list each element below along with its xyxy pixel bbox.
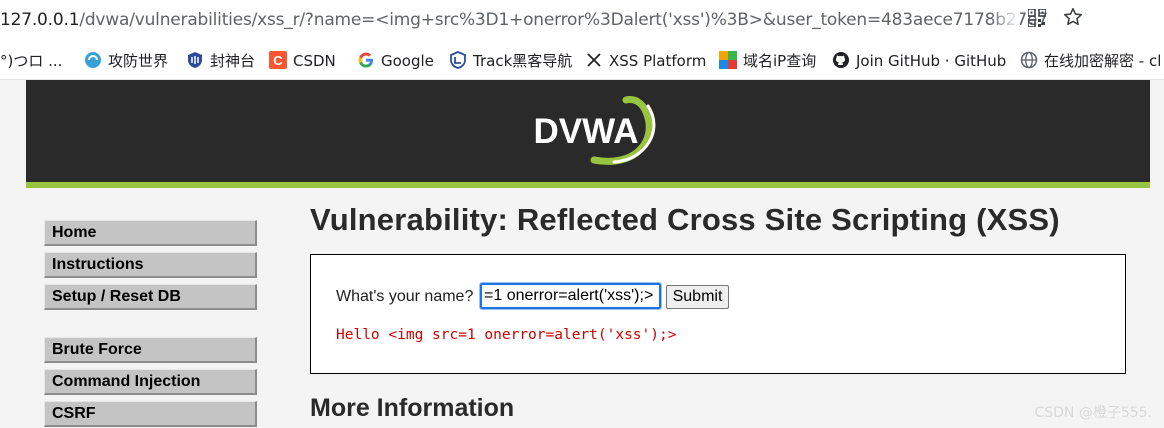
submit-button[interactable]: Submit [666, 285, 729, 309]
more-information-heading: More Information [310, 394, 515, 422]
header-stripe [26, 182, 1150, 188]
google-icon [358, 52, 373, 68]
bookmark-folder[interactable]: °)つロ ... [0, 50, 62, 72]
page-viewport: DVWA Home Instructions Setup / Reset DB … [0, 80, 1164, 428]
bookmark-encrypt[interactable]: 在线加密解密 - cl [1020, 50, 1161, 72]
name-input[interactable]: =1 onerror=alert('xss');> [479, 282, 662, 310]
x-icon [587, 53, 601, 67]
gongfang-icon [85, 52, 101, 68]
csdn-icon: C [269, 51, 287, 69]
logo-text: DVWA [534, 112, 639, 151]
bookmark-google[interactable]: Google [357, 50, 434, 72]
globe-icon [1020, 51, 1038, 69]
vulnerable-code-area: What's your name? =1 onerror=alert('xss'… [310, 254, 1126, 374]
menu-item-brute-force[interactable]: Brute Force [44, 337, 257, 363]
dvwa-logo: DVWA [534, 96, 656, 165]
bookmark-fengshentai[interactable]: 封神台 [186, 50, 255, 72]
bookmark-label: CSDN [293, 52, 336, 70]
url-fade [990, 4, 1020, 36]
bookmark-label: XSS Platform [609, 52, 707, 70]
bookmark-xss-platform[interactable]: XSS Platform [585, 50, 706, 72]
menu-item-command-injection[interactable]: Command Injection [44, 369, 257, 395]
svg-text:C: C [273, 53, 283, 68]
url-text[interactable]: 127.0.0.1/dvwa/vulnerabilities/xss_r/?na… [0, 7, 1048, 33]
csdn-watermark: CSDN @橙子555. [1034, 405, 1152, 421]
track-shield-icon [450, 51, 466, 69]
bookmark-label: 攻防世界 [108, 52, 169, 70]
qr-code-icon[interactable] [1028, 9, 1046, 27]
menu-item-instructions[interactable]: Instructions [44, 252, 257, 278]
name-label: What's your name? [336, 288, 474, 305]
reflected-output: Hello <img src=1 onerror=alert('xss');> [336, 327, 677, 343]
bookmark-label: °)つロ ... [0, 52, 63, 70]
bookmark-gongfang[interactable]: 攻防世界 [84, 50, 168, 72]
bookmark-label: 封神台 [210, 52, 256, 70]
puzzle-icon [719, 51, 737, 69]
bookmark-csdn[interactable]: C CSDN [269, 50, 336, 72]
bookmark-label: 在线加密解密 - cl [1044, 52, 1162, 70]
bookmark-label: Join GitHub · GitHub [856, 52, 1007, 70]
github-icon [833, 52, 849, 68]
bookmark-github[interactable]: Join GitHub · GitHub [832, 50, 1006, 72]
menu-item-setup[interactable]: Setup / Reset DB [44, 284, 257, 310]
bookmark-label: Track黑客导航 [473, 52, 573, 70]
menu-item-csrf[interactable]: CSRF [44, 401, 257, 427]
bookmarks-bar: °)つロ ... 攻防世界 封神台 C CSDN Google Track黑客导航… [0, 40, 1164, 80]
shield-icon [188, 52, 202, 68]
dvwa-container: DVWA Home Instructions Setup / Reset DB … [26, 80, 1150, 428]
bookmark-domain-ip[interactable]: 域名iP查询 [719, 50, 816, 72]
bookmark-star-icon[interactable] [1062, 6, 1084, 28]
page-title: Vulnerability: Reflected Cross Site Scri… [310, 202, 1060, 237]
dvwa-header: DVWA [26, 80, 1150, 182]
url-host: 127.0.0.1 [0, 10, 80, 30]
bookmark-label: 域名iP查询 [743, 52, 817, 70]
bookmark-track[interactable]: Track黑客导航 [449, 50, 572, 72]
url-path: /dvwa/vulnerabilities/xss_r/?name=<img+s… [79, 10, 1048, 30]
bookmark-label: Google [381, 52, 434, 70]
menu-item-home[interactable]: Home [44, 220, 257, 246]
address-bar[interactable]: 127.0.0.1/dvwa/vulnerabilities/xss_r/?na… [0, 0, 1164, 40]
